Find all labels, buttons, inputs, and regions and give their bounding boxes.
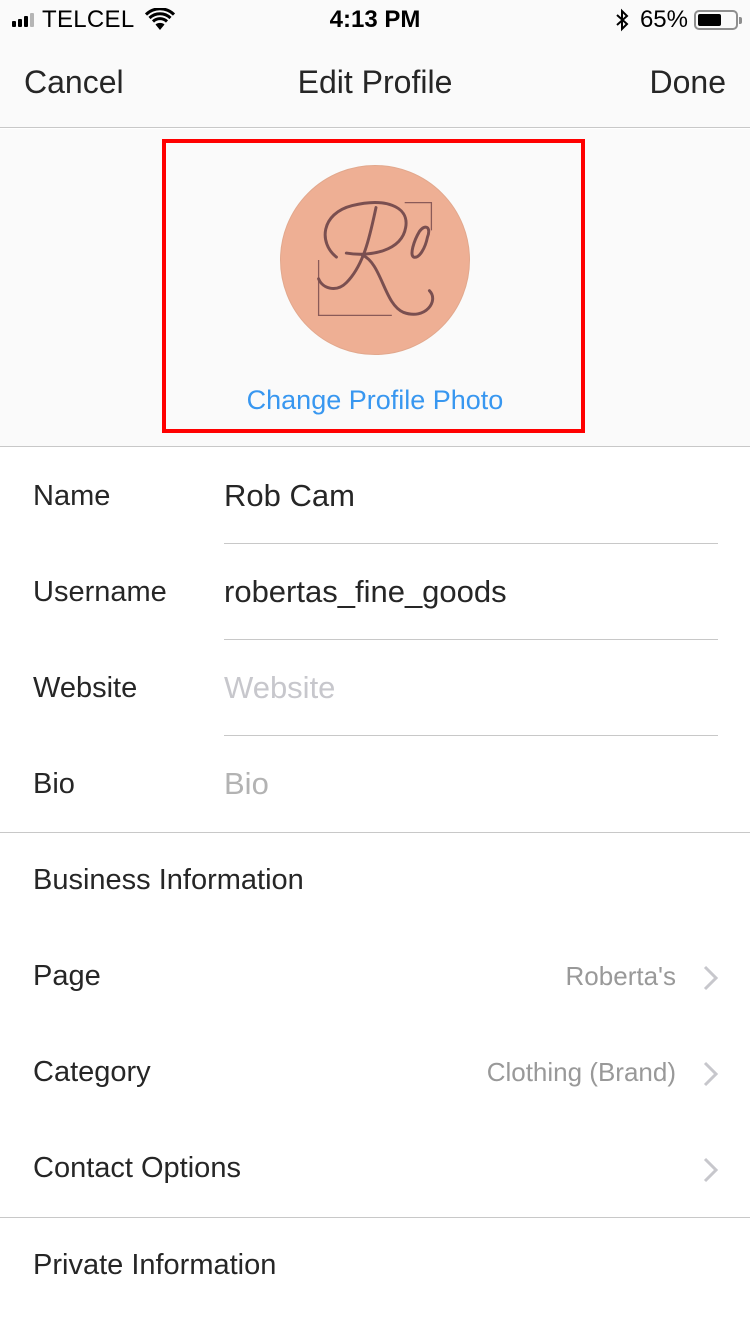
username-input[interactable] (224, 570, 718, 614)
name-input[interactable] (224, 474, 718, 518)
business-information-header: Business Information (33, 864, 304, 896)
contact-options-label: Contact Options (33, 1152, 241, 1184)
battery-cap (739, 17, 742, 24)
contact-options-row[interactable]: Contact Options (0, 1122, 750, 1218)
clock: 4:13 PM (329, 6, 421, 33)
profile-photo-section: Change Profile Photo (0, 129, 750, 447)
bluetooth-icon (616, 8, 629, 32)
category-value: Clothing (Brand) (486, 1057, 676, 1087)
username-row: Username (0, 544, 750, 640)
wifi-icon (144, 8, 175, 30)
status-bar: TELCEL 4:13 PM 65% (0, 0, 750, 40)
carrier-label: TELCEL (42, 6, 135, 33)
name-row: Name (0, 448, 750, 544)
signal-icon (12, 13, 34, 27)
battery-icon (694, 10, 742, 30)
category-row[interactable]: Category Clothing (Brand) (0, 1026, 750, 1122)
page-value: Roberta's (565, 961, 676, 991)
change-profile-photo-link[interactable]: Change Profile Photo (247, 385, 504, 415)
page-label: Page (33, 960, 101, 992)
battery-level (698, 14, 722, 26)
username-label: Username (33, 576, 167, 608)
category-label: Category (33, 1056, 151, 1088)
status-left: TELCEL (12, 6, 175, 34)
avatar[interactable] (280, 165, 470, 355)
profile-form: Name Username Website Bio (0, 448, 750, 832)
page-row[interactable]: Page Roberta's (0, 930, 750, 1026)
nav-bar: Cancel Edit Profile Done (0, 40, 750, 128)
cancel-button[interactable]: Cancel (24, 64, 124, 101)
chevron-right-icon (703, 1061, 719, 1087)
status-right: 65% (614, 6, 742, 34)
page-title: Edit Profile (297, 64, 453, 100)
chevron-right-icon (703, 1157, 719, 1183)
bio-row: Bio (0, 736, 750, 832)
bio-input[interactable] (224, 762, 718, 806)
website-row: Website (0, 640, 750, 736)
website-label: Website (33, 672, 138, 704)
section-divider (0, 832, 750, 833)
website-input[interactable] (224, 666, 718, 710)
monogram-logo-icon (317, 201, 435, 317)
name-label: Name (33, 480, 111, 512)
battery-percent: 65% (639, 6, 688, 33)
done-button[interactable]: Done (650, 64, 727, 101)
bio-label: Bio (33, 768, 75, 800)
private-information-header: Private Information (33, 1249, 277, 1281)
section-divider (0, 1217, 750, 1218)
chevron-right-icon (703, 965, 719, 991)
